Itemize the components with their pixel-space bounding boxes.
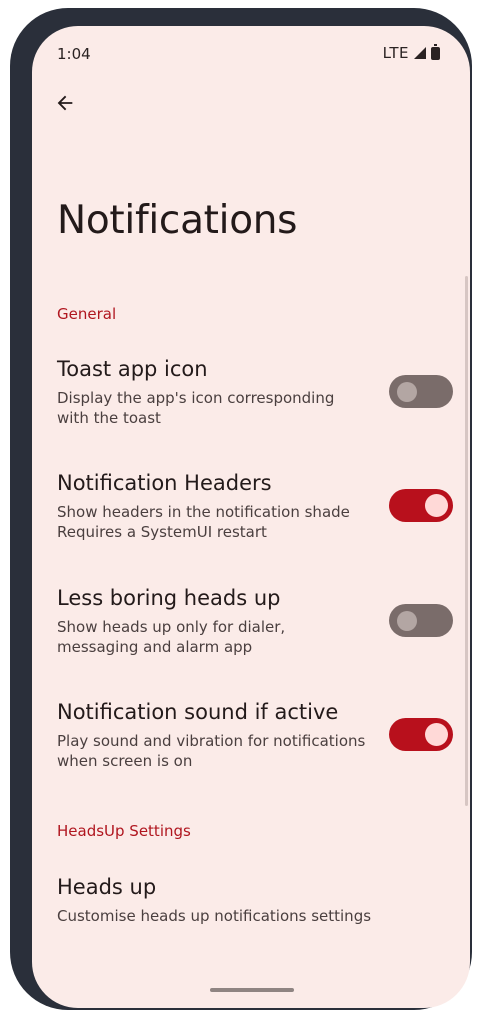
switch-knob <box>425 723 448 746</box>
notification-sound-switch[interactable] <box>389 718 453 751</box>
status-bar: 1:04 LTE <box>32 26 470 78</box>
pref-title: Less boring heads up <box>57 586 281 610</box>
pref-summary: Customise heads up notifications setting… <box>57 907 372 925</box>
screen: 1:04 LTE Notifications General Toast app… <box>32 26 470 1008</box>
scrollbar[interactable] <box>465 276 468 806</box>
status-icons: LTE <box>382 43 440 62</box>
arrow-back-icon <box>57 95 73 111</box>
page-title: Notifications <box>57 198 298 243</box>
back-button[interactable] <box>48 86 82 120</box>
status-time: 1:04 <box>57 45 91 63</box>
toast-app-icon-switch[interactable] <box>389 375 453 408</box>
phone-frame: 1:04 LTE Notifications General Toast app… <box>10 8 472 1010</box>
pref-heads-up[interactable]: Heads up Customise heads up notification… <box>32 875 470 935</box>
switch-knob <box>397 382 417 402</box>
switch-knob <box>425 494 448 517</box>
pref-title: Toast app icon <box>57 357 208 381</box>
section-header-headsup: HeadsUp Settings <box>57 822 191 840</box>
pref-summary: Show heads up only for dialer, messaging… <box>57 618 286 656</box>
switch-knob <box>397 611 417 631</box>
notification-headers-switch[interactable] <box>389 489 453 522</box>
pref-summary: Show headers in the notification shade R… <box>57 503 350 541</box>
gesture-nav-handle[interactable] <box>210 988 294 992</box>
battery-icon <box>431 43 440 60</box>
signal-icon <box>414 47 426 59</box>
pref-title: Notification sound if active <box>57 700 339 724</box>
less-boring-heads-up-switch[interactable] <box>389 604 453 637</box>
pref-title: Heads up <box>57 875 157 899</box>
pref-summary: Play sound and vibration for notificatio… <box>57 732 366 770</box>
network-type: LTE <box>382 44 409 62</box>
section-header-general: General <box>57 305 117 323</box>
pref-summary: Display the app's icon corresponding wit… <box>57 389 335 427</box>
pref-title: Notification Headers <box>57 471 272 495</box>
